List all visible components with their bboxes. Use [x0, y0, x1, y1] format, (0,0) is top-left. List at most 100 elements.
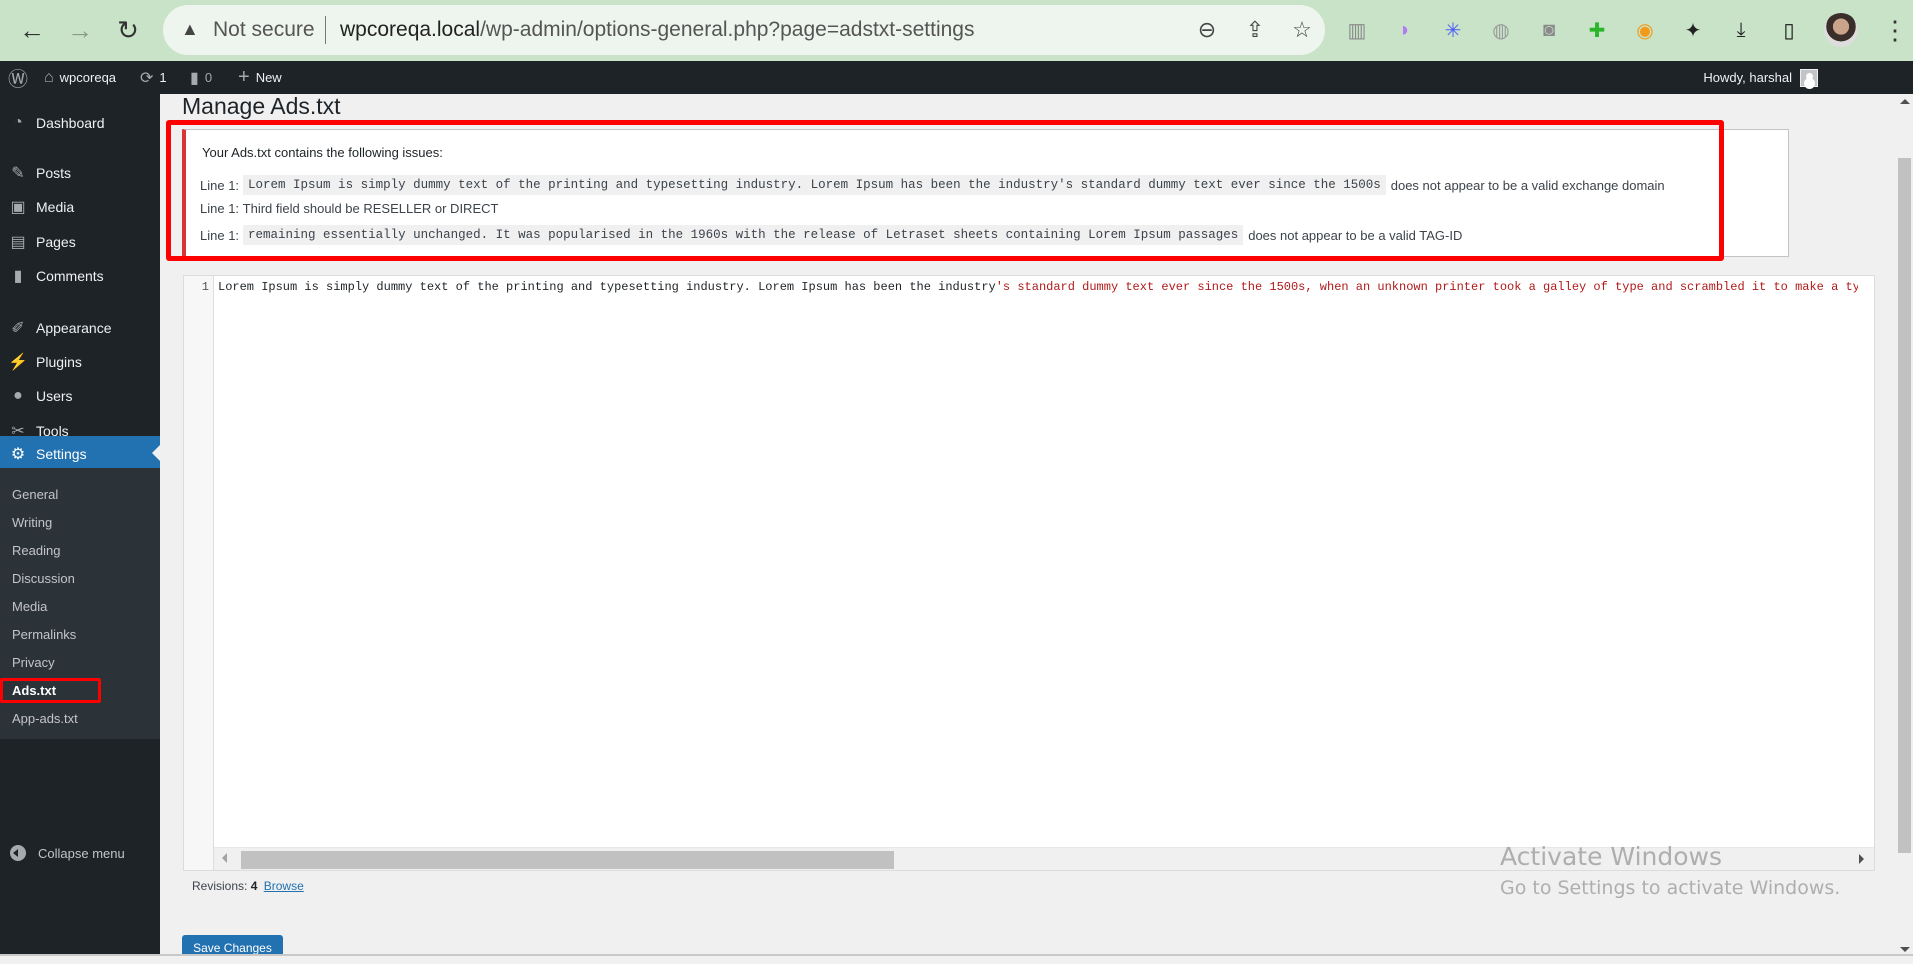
ads-txt-editor[interactable]: 1 Lorem Ipsum is simply dummy text of th… — [183, 275, 1875, 871]
scroll-left-icon[interactable] — [222, 853, 227, 863]
address-bar[interactable]: ▲ Not secure wpcoreqa.local/wp-admin/opt… — [163, 5, 1325, 55]
updates-count: 1 — [159, 70, 167, 85]
submenu-item-privacy[interactable]: Privacy — [12, 653, 55, 673]
sidebar-item-dashboard[interactable]: ◔ Dashboard — [0, 106, 160, 140]
extension-camera-icon[interactable]: ◙ — [1535, 16, 1563, 44]
chrome-menu-icon[interactable]: ⋮ — [1877, 12, 1913, 48]
security-label[interactable]: Not secure — [213, 18, 315, 42]
my-account-link[interactable]: Howdy, harshal — [1703, 61, 1818, 94]
line-number: 1 — [201, 280, 209, 294]
settings-icon: ⚙ — [10, 446, 26, 463]
page-title: Manage Ads.txt — [182, 93, 341, 119]
sidebar-item-label: Plugins — [36, 354, 82, 370]
back-icon[interactable]: ← — [14, 12, 50, 48]
sidebar-item-media[interactable]: ▣ Media — [0, 190, 160, 224]
collapse-label: Collapse menu — [38, 845, 125, 861]
vertical-scroll-thumb[interactable] — [1898, 158, 1911, 853]
pin-icon: ✎ — [11, 165, 25, 182]
user-avatar-icon — [1800, 68, 1818, 87]
bookmark-star-icon[interactable]: ☆ — [1288, 17, 1316, 43]
extension-bars-icon[interactable]: ▥ — [1343, 16, 1371, 44]
sidebar-item-label: Posts — [36, 165, 72, 181]
download-icon[interactable]: ⤓ — [1727, 16, 1755, 44]
forward-icon[interactable]: → — [62, 12, 98, 48]
sidebar-item-users[interactable]: ● Users — [0, 379, 160, 413]
revisions-label: Revisions: — [192, 879, 248, 893]
zoom-out-icon[interactable]: ⊖ — [1193, 17, 1221, 43]
code-valid-text: Lorem Ipsum is simply dummy text of the … — [218, 280, 996, 294]
updates-link[interactable]: ⟳ 1 — [140, 61, 167, 94]
user-icon: ● — [13, 387, 23, 404]
wp-logo-icon[interactable]: Ⓦ — [8, 61, 28, 94]
collapse-arrow-icon — [10, 845, 26, 861]
sidebar-item-label: Appearance — [36, 320, 112, 336]
comments-count: 0 — [204, 70, 213, 85]
extension-globe-icon[interactable]: ◍ — [1487, 16, 1515, 44]
profile-avatar[interactable] — [1824, 13, 1858, 47]
side-panel-icon[interactable]: ▯ — [1775, 16, 1803, 44]
reload-icon[interactable]: ↻ — [110, 12, 146, 48]
extension-add-page-icon[interactable]: ✚ — [1583, 16, 1611, 44]
sidebar-item-plugins[interactable]: ⚡ Plugins — [0, 345, 160, 379]
windows-activation-watermark: Activate Windows Go to Settings to activ… — [1500, 842, 1840, 899]
revisions-count: 4 — [250, 879, 258, 893]
scroll-up-icon[interactable] — [1900, 99, 1910, 104]
warning-icon[interactable]: ▲ — [181, 19, 199, 40]
share-icon[interactable]: ⇪ — [1241, 17, 1269, 43]
url-text[interactable]: wpcoreqa.local/wp-admin/options-general.… — [340, 18, 975, 42]
sidebar-item-settings[interactable]: ⚙ Settings — [0, 436, 160, 472]
comments-icon: ▮ — [13, 268, 23, 285]
submenu-item-media[interactable]: Media — [12, 597, 47, 617]
submenu-item-discussion[interactable]: Discussion — [12, 569, 75, 589]
watermark-line-1: Activate Windows — [1500, 842, 1722, 871]
issue-prefix: Line 1: — [200, 201, 240, 216]
sidebar-item-pages[interactable]: ▤ Pages — [0, 225, 160, 259]
extensions-puzzle-icon[interactable]: ✦ — [1679, 16, 1707, 44]
submenu-item-reading[interactable]: Reading — [12, 541, 60, 561]
sidebar-item-comments[interactable]: ▮ Comments — [0, 259, 160, 293]
horizontal-scroll-thumb[interactable] — [241, 851, 894, 869]
issue-item: Line 1: Lorem Ipsum is simply dummy text… — [200, 175, 1665, 195]
url-path: /wp-admin/options-general.php?page=adstx… — [480, 18, 975, 41]
watermark-line-2: Go to Settings to activate Windows. — [1500, 877, 1841, 899]
home-icon: ⌂ — [44, 68, 54, 86]
code-line[interactable]: Lorem Ipsum is simply dummy text of the … — [218, 280, 1858, 294]
sidebar-item-posts[interactable]: ✎ Posts — [0, 156, 160, 190]
issue-message: does not appear to be a valid TAG-ID — [1248, 227, 1463, 243]
submenu-item-writing[interactable]: Writing — [12, 513, 52, 533]
extension-asterisk-icon[interactable]: ✳ — [1439, 16, 1467, 44]
howdy-text: Howdy, harshal — [1703, 70, 1792, 85]
scroll-right-icon[interactable] — [1859, 854, 1864, 864]
wp-admin-bar: Ⓦ ⌂ wpcoreqa ⟳ 1 ▮ 0 + New Howdy, harsha… — [0, 61, 1913, 94]
pages-icon: ▤ — [10, 234, 26, 251]
browse-revisions-link[interactable]: Browse — [264, 879, 304, 893]
issue-prefix: Line 1: — [200, 227, 240, 243]
issue-code: remaining essentially unchanged. It was … — [243, 225, 1244, 245]
updates-icon: ⟳ — [140, 69, 154, 87]
collapse-menu-button[interactable]: Collapse menu — [0, 836, 160, 870]
sidebar-item-label: Users — [36, 388, 73, 404]
submenu-item-general[interactable]: General — [12, 485, 58, 505]
site-name-link[interactable]: ⌂ wpcoreqa — [44, 61, 116, 94]
divider — [325, 16, 326, 44]
scroll-down-icon[interactable] — [1900, 947, 1910, 952]
submenu-item-app-ads-txt[interactable]: App-ads.txt — [12, 709, 78, 729]
error-notice: Your Ads.txt contains the following issu… — [182, 129, 1789, 257]
revisions-info: Revisions: 4 Browse — [192, 879, 304, 893]
sidebar-item-label: Comments — [36, 268, 104, 284]
submenu-item-permalinks[interactable]: Permalinks — [12, 625, 76, 645]
extension-camera-recorder-icon[interactable]: ◉ — [1631, 16, 1659, 44]
url-host: wpcoreqa.local — [340, 18, 481, 41]
issue-code: Lorem Ipsum is simply dummy text of the … — [243, 175, 1386, 195]
comments-link[interactable]: ▮ 0 — [190, 61, 212, 94]
plus-icon: + — [238, 66, 250, 88]
new-label: New — [255, 70, 282, 85]
page-vertical-scrollbar[interactable] — [1896, 94, 1913, 954]
issue-prefix: Line 1: — [200, 177, 240, 193]
plug-icon: ⚡ — [8, 354, 28, 371]
sidebar-item-appearance[interactable]: ✐ Appearance — [0, 311, 160, 345]
new-content-link[interactable]: + New — [238, 61, 282, 94]
extension-p-icon[interactable]: ◗ — [1391, 16, 1419, 44]
sidebar-item-label: Dashboard — [36, 115, 105, 131]
code-error-text: 's standard dummy text ever since the 15… — [995, 280, 1858, 294]
